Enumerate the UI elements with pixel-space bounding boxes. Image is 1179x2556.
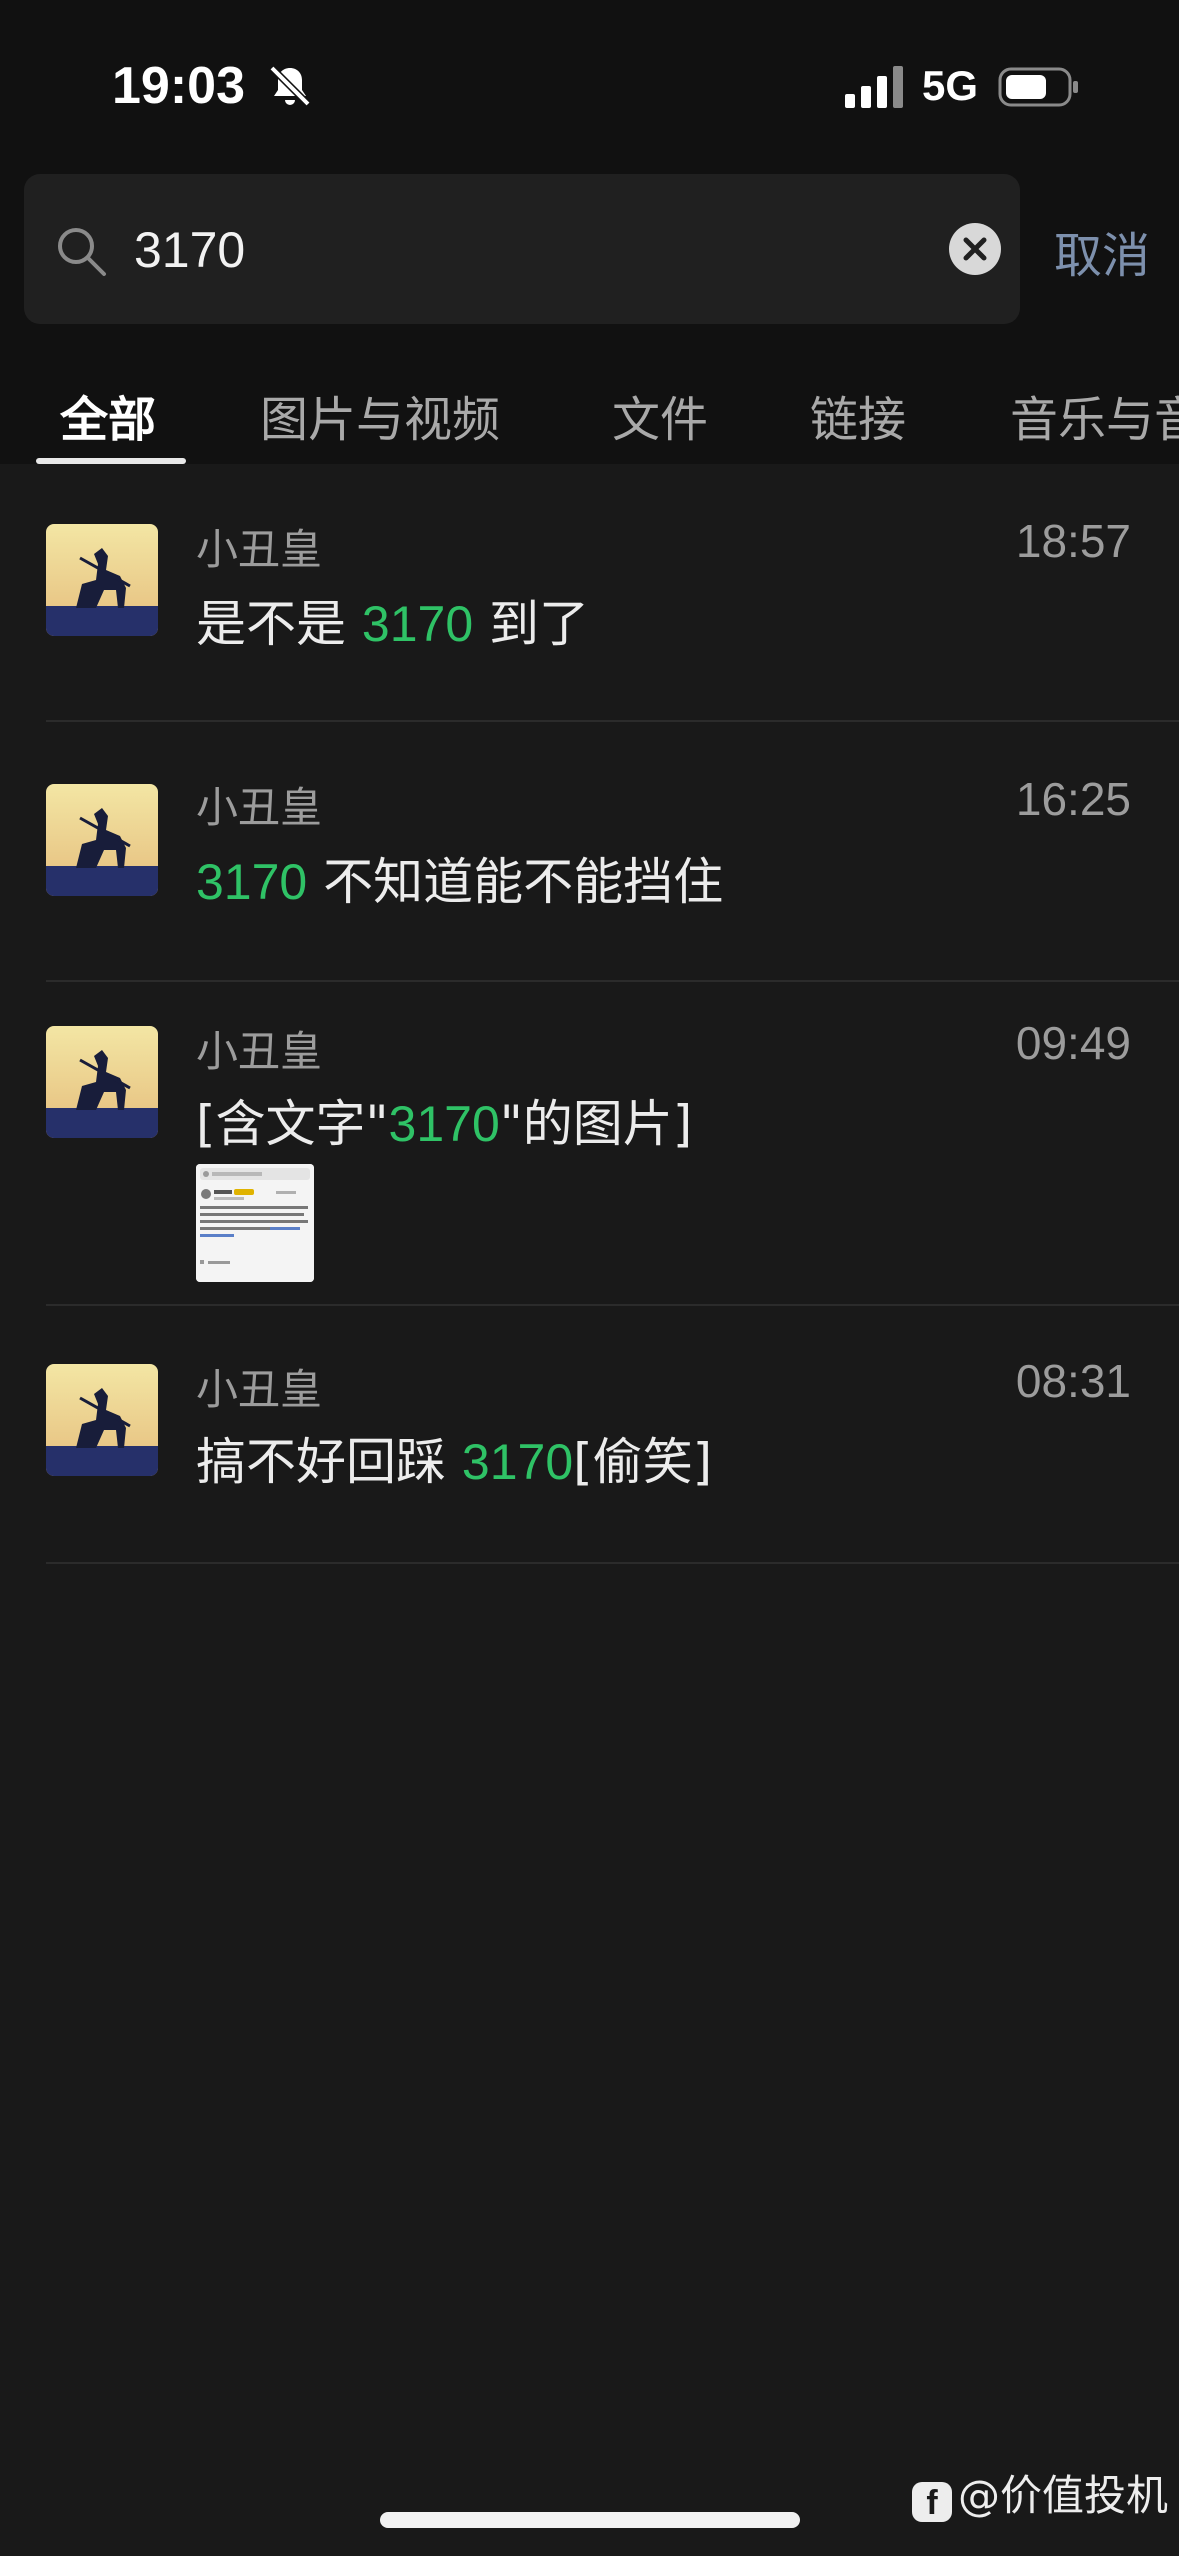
message-time: 08:31	[1015, 1355, 1131, 1407]
watermark-text: @价值投机	[958, 2471, 1169, 2520]
result-item[interactable]: 小丑皇 16:25 3170 不知道能不能挡住	[0, 722, 1179, 982]
search-box[interactable]	[24, 174, 1020, 324]
divider	[46, 1562, 1179, 1564]
message-time: 16:25	[1015, 773, 1131, 825]
status-time: 19:03	[112, 57, 245, 115]
filter-tabs: 全部 图片与视频 文件 链接 音乐与音	[0, 330, 1179, 464]
message-time: 09:49	[1015, 1017, 1131, 1069]
result-item[interactable]: 小丑皇 09:49 [含文字"3170"的图片]	[0, 982, 1179, 1306]
avatar	[46, 524, 158, 636]
tab-all[interactable]: 全部	[60, 380, 156, 450]
tab-music-audio[interactable]: 音乐与音	[1010, 380, 1179, 450]
search-header: 取消	[0, 170, 1179, 330]
snippet-text: 搞不好回踩	[196, 1433, 462, 1491]
signal-icon	[845, 66, 903, 108]
result-item[interactable]: 小丑皇 18:57 是不是 3170 到了	[0, 464, 1179, 722]
cancel-button[interactable]: 取消	[1054, 216, 1150, 286]
status-bar: 19:03 5G	[0, 0, 1179, 170]
keyword-highlight: 3170	[196, 854, 308, 910]
message-time: 18:57	[1015, 515, 1131, 567]
avatar	[46, 1364, 158, 1476]
tab-files[interactable]: 文件	[612, 380, 708, 450]
snippet-text: [偷笑]	[573, 1433, 713, 1491]
sender-name: 小丑皇	[196, 1027, 323, 1076]
sender-name: 小丑皇	[196, 525, 323, 574]
message-snippet: [含文字"3170"的图片]	[196, 1084, 692, 1156]
sender-name: 小丑皇	[196, 783, 323, 832]
clear-icon[interactable]	[948, 222, 1002, 276]
tab-links[interactable]: 链接	[810, 380, 906, 450]
search-icon	[58, 228, 106, 276]
facebook-icon: f	[912, 2482, 952, 2522]
message-snippet: 是不是 3170 到了	[196, 584, 589, 656]
avatar	[46, 784, 158, 896]
image-thumbnail[interactable]	[196, 1164, 314, 1282]
snippet-text: 是不是	[196, 595, 362, 653]
snippet-text: 不知道能不能挡住	[307, 853, 724, 911]
bell-muted-icon	[269, 65, 311, 107]
battery-icon	[998, 67, 1078, 107]
search-input[interactable]	[134, 212, 954, 288]
sender-name: 小丑皇	[196, 1365, 323, 1414]
snippet-text: 到了	[473, 595, 590, 653]
snippet-text: [含文字"	[196, 1095, 389, 1153]
snippet-text: "的图片]	[499, 1095, 693, 1153]
keyword-highlight: 3170	[388, 1096, 500, 1152]
message-snippet: 搞不好回踩 3170[偷笑]	[196, 1422, 712, 1494]
result-item[interactable]: 小丑皇 08:31 搞不好回踩 3170[偷笑]	[0, 1306, 1179, 1564]
keyword-highlight: 3170	[361, 596, 474, 652]
watermark: f @价值投机	[912, 2462, 1168, 2523]
message-snippet: 3170 不知道能不能挡住	[196, 842, 723, 914]
avatar	[46, 1026, 158, 1138]
home-indicator[interactable]	[380, 2512, 800, 2528]
network-type: 5G	[922, 62, 979, 109]
keyword-highlight: 3170	[461, 1434, 574, 1490]
tab-images-videos[interactable]: 图片与视频	[260, 380, 500, 450]
